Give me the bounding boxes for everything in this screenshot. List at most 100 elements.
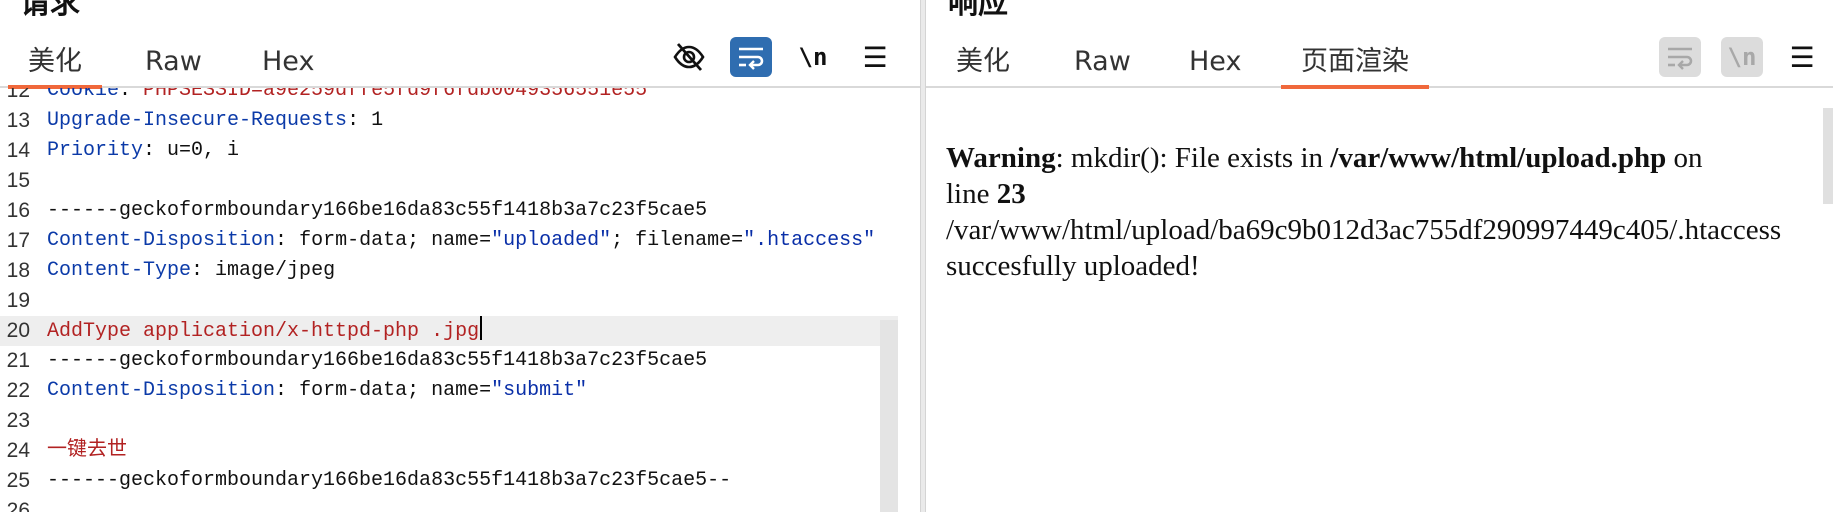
line-content: Upgrade-Insecure-Requests: 1 bbox=[47, 109, 384, 132]
line-number: 16 bbox=[6, 199, 30, 222]
header-name: Content-Disposition bbox=[47, 229, 276, 252]
line-number: 19 bbox=[6, 289, 30, 312]
body-text: AddType application/x-httpd-php .jpg bbox=[47, 320, 480, 343]
header-name: Priority bbox=[47, 139, 144, 162]
line-number: 17 bbox=[6, 229, 30, 252]
header-value: image/jpeg bbox=[215, 259, 336, 282]
line-content: ------geckoformboundary166be16da83c55f14… bbox=[47, 196, 707, 226]
rendered-page: Warning: mkdir(): File exists in /var/ww… bbox=[946, 140, 1833, 284]
request-panel: 请求 美化 Raw Hex \n ☰ 12 Cookie: PHPSESSID=a… bbox=[0, 0, 920, 512]
warning-line-number: 23 bbox=[996, 178, 1026, 210]
menu-icon: ☰ bbox=[1789, 40, 1815, 74]
warning-label: Warning bbox=[946, 142, 1056, 174]
eye-slash-icon bbox=[673, 43, 705, 71]
plain-text: ------geckoformboundary166be16da83c55f14… bbox=[47, 469, 732, 492]
line-content: ------geckoformboundary166be16da83c55f14… bbox=[47, 346, 707, 376]
tab-hex[interactable]: Hex bbox=[262, 42, 314, 82]
line-number: 22 bbox=[6, 379, 30, 402]
code-line[interactable]: 15 bbox=[0, 166, 898, 196]
wrap-lines-button[interactable] bbox=[730, 37, 772, 77]
plain-text: ------geckoformboundary166be16da83c55f14… bbox=[47, 199, 708, 222]
upload-path: /var/www/html/upload/ba69c9b012d3ac755df… bbox=[946, 214, 1782, 246]
body-text: 一键去世 bbox=[47, 439, 127, 462]
hide-toggle-button[interactable] bbox=[668, 37, 710, 77]
line-content: Cookie: PHPSESSID=a9e259dffe5fd9f6fdb004… bbox=[47, 88, 647, 106]
tab-hex[interactable]: Hex bbox=[1189, 42, 1241, 82]
code-line[interactable]: 23 bbox=[0, 406, 898, 436]
code-line[interactable]: 26 bbox=[0, 496, 898, 512]
line-number: 12 bbox=[6, 88, 30, 102]
success-message: succesfully uploaded! bbox=[946, 250, 1200, 282]
line-number: 20 bbox=[6, 319, 30, 342]
line-content: ------geckoformboundary166be16da83c55f14… bbox=[47, 466, 731, 496]
render-line-1: Warning: mkdir(): File exists in /var/ww… bbox=[946, 142, 1703, 174]
quoted-value: "submit" bbox=[491, 379, 588, 402]
render-line-2: line 23 bbox=[946, 178, 1026, 210]
wrap-icon bbox=[739, 47, 764, 70]
request-title: 请求 bbox=[20, 0, 80, 21]
header-value: ; filename= bbox=[611, 229, 744, 252]
request-editor[interactable]: 12 Cookie: PHPSESSID=a9e259dffe5fd9f6fdb0… bbox=[0, 88, 920, 512]
text-caret bbox=[480, 316, 483, 340]
quoted-value: ".htaccess" bbox=[743, 229, 876, 252]
line-content: Content-Disposition: form-data; name="su… bbox=[47, 379, 588, 402]
line-number: 24 bbox=[6, 439, 30, 462]
wrap-lines-button[interactable] bbox=[1659, 37, 1701, 77]
newline-icon: \n bbox=[1727, 43, 1757, 71]
header-value: PHPSESSID=a9e259dffe5fd9f6fdb0049356551e… bbox=[143, 88, 648, 102]
code-line[interactable]: 16 ------geckoformboundary166be16da83c55f… bbox=[0, 196, 898, 226]
tab-raw[interactable]: Raw bbox=[1074, 42, 1131, 82]
line-number: 13 bbox=[6, 109, 30, 132]
line-number: 14 bbox=[6, 139, 30, 162]
line-number: 21 bbox=[6, 349, 30, 372]
code-line[interactable]: 21 ------geckoformboundary166be16da83c55f… bbox=[0, 346, 898, 376]
header-value: form-data; name= bbox=[299, 379, 492, 402]
code-line[interactable]: 19 bbox=[0, 286, 898, 316]
tab-pretty[interactable]: 美化 bbox=[956, 42, 1010, 82]
tab-pretty[interactable]: 美化 bbox=[8, 42, 102, 89]
line-number: 25 bbox=[6, 469, 30, 492]
response-menu-button[interactable]: ☰ bbox=[1781, 37, 1823, 77]
header-name: Content-Type bbox=[47, 259, 192, 282]
show-newlines-button[interactable]: \n bbox=[1721, 37, 1763, 77]
newline-icon: \n bbox=[798, 43, 828, 71]
plain-text: ------geckoformboundary166be16da83c55f14… bbox=[47, 349, 708, 372]
request-menu-button[interactable]: ☰ bbox=[854, 37, 896, 77]
header-value: u=0, i bbox=[167, 139, 240, 162]
line-content: Content-Type: image/jpeg bbox=[47, 259, 336, 282]
code-line[interactable]: 20 AddType application/x-httpd-php .jpg bbox=[0, 316, 898, 346]
code-line[interactable]: 17 Content-Disposition: form-data; name="… bbox=[0, 226, 898, 256]
line-content: 一键去世 bbox=[47, 436, 127, 466]
code-line[interactable]: 12 Cookie: PHPSESSID=a9e259dffe5fd9f6fdb0… bbox=[0, 88, 898, 106]
quoted-value: "uploaded" bbox=[491, 229, 612, 252]
line-number: 26 bbox=[6, 499, 30, 512]
code-line[interactable]: 13 Upgrade-Insecure-Requests: 1 bbox=[0, 106, 898, 136]
header-value: 1 bbox=[371, 109, 384, 132]
show-newlines-button[interactable]: \n bbox=[792, 37, 834, 77]
header-name: Cookie bbox=[47, 88, 120, 102]
response-title: 响应 bbox=[948, 0, 1008, 21]
wrap-icon bbox=[1668, 47, 1693, 70]
line-content: Priority: u=0, i bbox=[47, 139, 240, 162]
line-content: AddType application/x-httpd-php .jpg bbox=[47, 316, 483, 347]
request-tabbar: 美化 Raw Hex bbox=[0, 36, 920, 89]
code-line[interactable]: 22 Content-Disposition: form-data; name="… bbox=[0, 376, 898, 406]
code-line[interactable]: 25 ------geckoformboundary166be16da83c55f… bbox=[0, 466, 898, 496]
header-value: form-data; name= bbox=[299, 229, 492, 252]
line-content: Content-Disposition: form-data; name="up… bbox=[47, 229, 876, 252]
menu-icon: ☰ bbox=[862, 40, 888, 74]
response-panel: 响应 美化 Raw Hex 页面渲染 \n ☰ Warning: mkdir()… bbox=[926, 0, 1833, 512]
line-number: 15 bbox=[6, 169, 30, 192]
line-number: 18 bbox=[6, 259, 30, 282]
code-line[interactable]: 24 一键去世 bbox=[0, 436, 898, 466]
response-scrollbar[interactable] bbox=[1823, 108, 1833, 204]
request-scrollbar[interactable] bbox=[880, 320, 898, 512]
code-line[interactable]: 14 Priority: u=0, i bbox=[0, 136, 898, 166]
line-number: 23 bbox=[6, 409, 30, 432]
tab-raw[interactable]: Raw bbox=[145, 42, 202, 82]
header-name: Upgrade-Insecure-Requests bbox=[47, 109, 348, 132]
tab-render[interactable]: 页面渲染 bbox=[1281, 42, 1429, 89]
code-line[interactable]: 18 Content-Type: image/jpeg bbox=[0, 256, 898, 286]
warning-file: /var/www/html/upload.php bbox=[1330, 142, 1667, 174]
header-name: Content-Disposition bbox=[47, 379, 276, 402]
